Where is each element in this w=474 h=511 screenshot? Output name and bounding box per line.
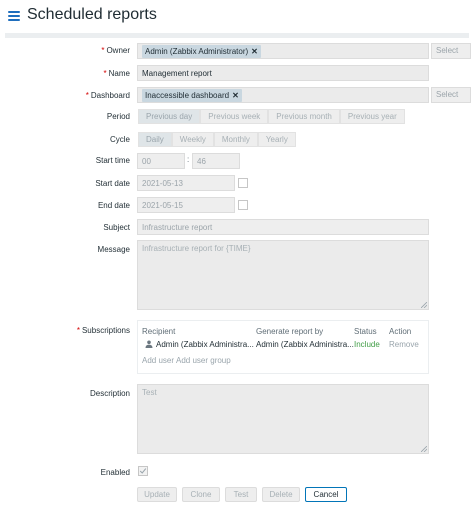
subscription-recipient[interactable]: Admin (Zabbix Administra... bbox=[156, 340, 254, 349]
name-input[interactable]: Management report bbox=[137, 65, 429, 81]
col-status: Status bbox=[354, 327, 377, 336]
dashboard-select-button[interactable]: Select bbox=[431, 87, 471, 103]
col-generate-by: Generate report by bbox=[256, 327, 324, 336]
end-date-calendar-icon[interactable] bbox=[238, 200, 248, 210]
subject-input[interactable]: Infrastructure report bbox=[137, 219, 429, 235]
period-option-previous-day[interactable]: Previous day bbox=[138, 109, 201, 124]
page-title: Scheduled reports bbox=[27, 6, 157, 23]
subscription-status[interactable]: Include bbox=[354, 340, 380, 349]
owner-label: * Owner bbox=[101, 46, 130, 55]
message-textarea[interactable]: Infrastructure report for {TIME} bbox=[137, 240, 429, 310]
hamburger-menu-icon[interactable] bbox=[8, 11, 20, 21]
cycle-option-yearly[interactable]: Yearly bbox=[257, 132, 296, 147]
header-divider bbox=[5, 33, 469, 38]
add-user-link[interactable]: Add user bbox=[142, 356, 174, 365]
owner-chip: Admin (Zabbix Administrator) ✕ bbox=[142, 45, 261, 58]
period-option-previous-year[interactable]: Previous year bbox=[339, 109, 405, 124]
description-label: Description bbox=[89, 389, 130, 398]
resize-handle-icon[interactable] bbox=[421, 446, 427, 452]
col-action: Action bbox=[389, 327, 412, 336]
test-button[interactable]: Test bbox=[225, 487, 257, 502]
checkmark-icon bbox=[139, 468, 147, 474]
col-recipient: Recipient bbox=[142, 327, 176, 336]
subject-label: Subject bbox=[103, 223, 130, 232]
dashboard-label: * Dashboard bbox=[85, 91, 130, 100]
remove-owner-icon[interactable]: ✕ bbox=[251, 47, 258, 56]
cancel-button[interactable]: Cancel bbox=[305, 487, 347, 502]
clone-button[interactable]: Clone bbox=[182, 487, 220, 502]
start-date-calendar-icon[interactable] bbox=[238, 178, 248, 188]
cycle-label: Cycle bbox=[109, 135, 130, 144]
start-time-hours-input[interactable]: 00 bbox=[137, 153, 185, 169]
period-segmented-control: Previous day Previous week Previous mont… bbox=[138, 109, 405, 124]
update-button[interactable]: Update bbox=[137, 487, 177, 502]
remove-dashboard-icon[interactable]: ✕ bbox=[232, 91, 239, 100]
end-date-input[interactable]: 2021-05-15 bbox=[137, 197, 235, 213]
subscriptions-table: Recipient Generate report by Status Acti… bbox=[137, 320, 429, 374]
message-label: Message bbox=[97, 245, 130, 254]
period-option-previous-week[interactable]: Previous week bbox=[200, 109, 269, 124]
start-date-label: Start date bbox=[95, 179, 130, 188]
cycle-option-daily[interactable]: Daily bbox=[138, 132, 172, 147]
end-date-label: End date bbox=[97, 201, 130, 210]
message-text: Infrastructure report for {TIME} bbox=[142, 244, 251, 253]
owner-select-button[interactable]: Select bbox=[431, 43, 471, 59]
cycle-option-monthly[interactable]: Monthly bbox=[213, 132, 258, 147]
enabled-checkbox[interactable] bbox=[138, 466, 148, 476]
name-label: * Name bbox=[103, 69, 130, 78]
dashboard-chip: Inaccessible dashboard ✕ bbox=[142, 89, 242, 102]
start-date-input[interactable]: 2021-05-13 bbox=[137, 175, 235, 191]
enabled-label: Enabled bbox=[100, 468, 130, 477]
owner-field[interactable]: Admin (Zabbix Administrator) ✕ bbox=[137, 43, 429, 59]
page-header: Scheduled reports bbox=[0, 0, 474, 34]
start-time-label: Start time bbox=[95, 156, 130, 165]
description-text: Test bbox=[142, 388, 157, 397]
description-textarea[interactable]: Test bbox=[137, 384, 429, 454]
start-time-minutes-input[interactable]: 46 bbox=[192, 153, 240, 169]
dashboard-field[interactable]: Inaccessible dashboard ✕ bbox=[137, 87, 429, 103]
cycle-segmented-control: Daily Weekly Monthly Yearly bbox=[138, 132, 296, 147]
subscription-generate-by[interactable]: Admin (Zabbix Administra... bbox=[256, 340, 354, 349]
subscription-remove-link[interactable]: Remove bbox=[389, 340, 419, 349]
period-option-previous-month[interactable]: Previous month bbox=[268, 109, 340, 124]
add-user-group-link[interactable]: Add user group bbox=[176, 356, 231, 365]
resize-handle-icon[interactable] bbox=[421, 302, 427, 308]
delete-button[interactable]: Delete bbox=[262, 487, 300, 502]
time-separator: : bbox=[187, 155, 190, 164]
user-icon bbox=[145, 340, 153, 348]
period-label: Period bbox=[106, 112, 130, 121]
cycle-option-weekly[interactable]: Weekly bbox=[171, 132, 214, 147]
subscriptions-label: * Subscriptions bbox=[76, 326, 130, 335]
